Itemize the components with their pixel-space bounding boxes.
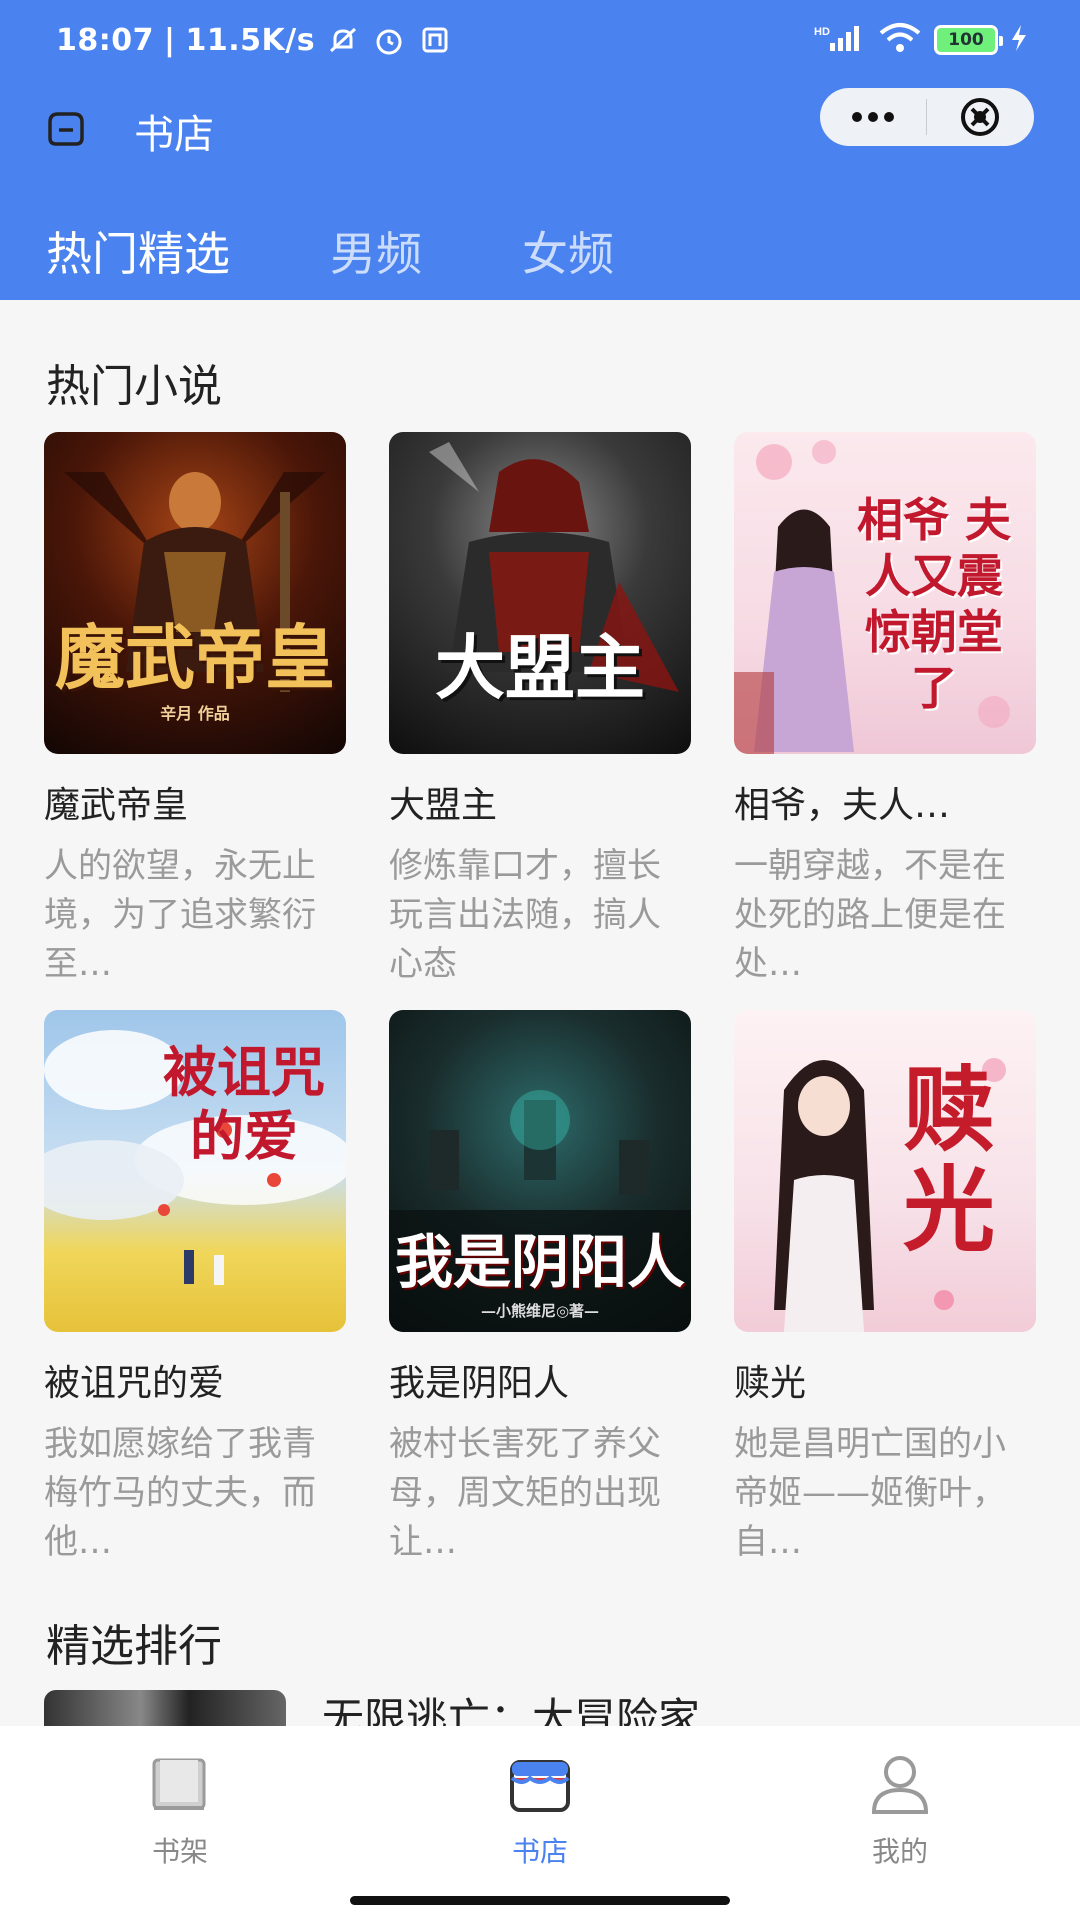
book-title: 相爷，夫人… — [734, 785, 951, 826]
book-description: 修炼靠口才，擅长玩言出法随，搞人心态 — [389, 846, 661, 984]
tab-hot-picks[interactable]: 热门精选 — [46, 218, 230, 284]
book-description: 被村长害死了养父母，周文矩的出现让… — [389, 1424, 661, 1562]
close-icon — [961, 98, 999, 136]
book-title: 被诅咒的爱 — [44, 1363, 225, 1404]
tab-male[interactable]: 男频 — [330, 218, 422, 284]
book-description: 一朝穿越，不是在处死的路上便是在处… — [734, 846, 1006, 984]
status-time: 18:07 — [56, 22, 154, 58]
book-title: 赎光 — [734, 1363, 807, 1404]
signal-icon: HD — [814, 23, 866, 57]
book-card[interactable]: 相爷 夫人又震惊朝堂了 相爷，夫人… 一朝穿越，不是在处死的路上便是在处… — [734, 432, 1036, 989]
cover-author-text: —小熊维尼◎著— — [480, 1302, 600, 1320]
home-indicator[interactable] — [350, 1896, 730, 1905]
bookshelf-icon — [144, 1752, 216, 1818]
book-cover[interactable]: 赎光 — [734, 1010, 1036, 1332]
nav-label-profile: 我的 — [871, 1835, 928, 1868]
hot-section-title: 热门小说 — [46, 361, 222, 412]
nfc-icon — [417, 22, 453, 58]
nav-bookstore[interactable]: 书店 — [440, 1752, 640, 1870]
close-button[interactable] — [927, 88, 1033, 146]
header: 18:07 | 11.5K/s HD 100 书店 热门精选 男频 女频 — [0, 0, 1080, 300]
cover-author-text: 辛月 作品 — [160, 704, 230, 723]
rank-item-cover[interactable] — [44, 1690, 286, 1730]
book-description: 人的欲望，永无止境，为了追求繁衍至… — [44, 846, 316, 984]
home-icon[interactable] — [44, 108, 88, 148]
mute-bell-icon — [325, 22, 361, 58]
mini-program-capsule — [820, 88, 1034, 146]
charging-icon — [1010, 24, 1028, 56]
title-row: 书店 — [0, 88, 1080, 168]
store-icon — [504, 1752, 576, 1818]
status-right: HD 100 — [814, 22, 1028, 58]
book-card[interactable]: 魔武帝皇 辛月 作品 魔武帝皇 人的欲望，永无止境，为了追求繁衍至… — [44, 432, 346, 989]
network-speed: 11.5K/s — [185, 22, 316, 58]
book-cover[interactable]: 我是阴阳人 —小熊维尼◎著— — [389, 1010, 691, 1332]
tab-female[interactable]: 女频 — [522, 218, 614, 284]
category-tabs: 热门精选 男频 女频 — [46, 218, 714, 284]
cover-title-text: 相爷 夫人又震惊朝堂了 — [856, 493, 1011, 715]
alarm-icon — [371, 22, 407, 58]
book-cover[interactable]: 魔武帝皇 辛月 作品 — [44, 432, 346, 754]
book-title: 我是阴阳人 — [389, 1363, 570, 1404]
nav-label-bookstore: 书店 — [511, 1835, 568, 1868]
bottom-nav: 书架 书店 我的 — [0, 1726, 1080, 1920]
wifi-icon — [878, 22, 922, 58]
profile-icon — [864, 1752, 936, 1818]
status-divider: | — [164, 22, 176, 58]
nav-bookshelf[interactable]: 书架 — [80, 1752, 280, 1870]
nav-label-bookshelf: 书架 — [151, 1835, 208, 1868]
book-title: 魔武帝皇 — [44, 785, 189, 826]
book-card[interactable]: 大盟主 大盟主 修炼靠口才，擅长玩言出法随，搞人心态 — [389, 432, 691, 989]
book-description: 她是昌明亡国的小帝姬——姬衡叶，自… — [734, 1424, 1006, 1562]
rank-item-title[interactable]: 无限逃亡：大冒险家 — [322, 1690, 700, 1730]
book-title: 大盟主 — [389, 785, 498, 826]
book-cover[interactable]: 相爷 夫人又震惊朝堂了 — [734, 432, 1036, 754]
status-bar: 18:07 | 11.5K/s HD 100 — [0, 0, 1080, 80]
rank-section-title: 精选排行 — [46, 1621, 222, 1672]
cover-title-text: 魔武帝皇 — [55, 616, 335, 699]
cover-title-text: 大盟主 — [435, 626, 645, 709]
cover-title-text: 被诅咒的爱 — [163, 1040, 325, 1168]
battery-indicator: 100 — [934, 25, 1003, 55]
book-cover[interactable]: 被诅咒的爱 — [44, 1010, 346, 1332]
book-description: 我如愿嫁给了我青梅竹马的丈夫，而他… — [44, 1424, 316, 1562]
more-dots-icon — [852, 112, 894, 122]
page-title: 书店 — [134, 112, 214, 158]
nav-profile[interactable]: 我的 — [800, 1752, 1000, 1870]
book-card[interactable]: 我是阴阳人 —小熊维尼◎著— 我是阴阳人 被村长害死了养父母，周文矩的出现让… — [389, 1010, 691, 1567]
cover-title-text: 我是阴阳人 — [394, 1228, 685, 1296]
more-button[interactable] — [820, 88, 926, 146]
svg-text:HD: HD — [814, 26, 830, 38]
book-card[interactable]: 被诅咒的爱 被诅咒的爱 我如愿嫁给了我青梅竹马的丈夫，而他… — [44, 1010, 346, 1567]
cover-title-text: 赎光 — [902, 1056, 995, 1264]
book-card[interactable]: 赎光 赎光 她是昌明亡国的小帝姬——姬衡叶，自… — [734, 1010, 1036, 1567]
status-left: 18:07 | 11.5K/s — [56, 22, 453, 58]
book-cover[interactable]: 大盟主 — [389, 432, 691, 754]
